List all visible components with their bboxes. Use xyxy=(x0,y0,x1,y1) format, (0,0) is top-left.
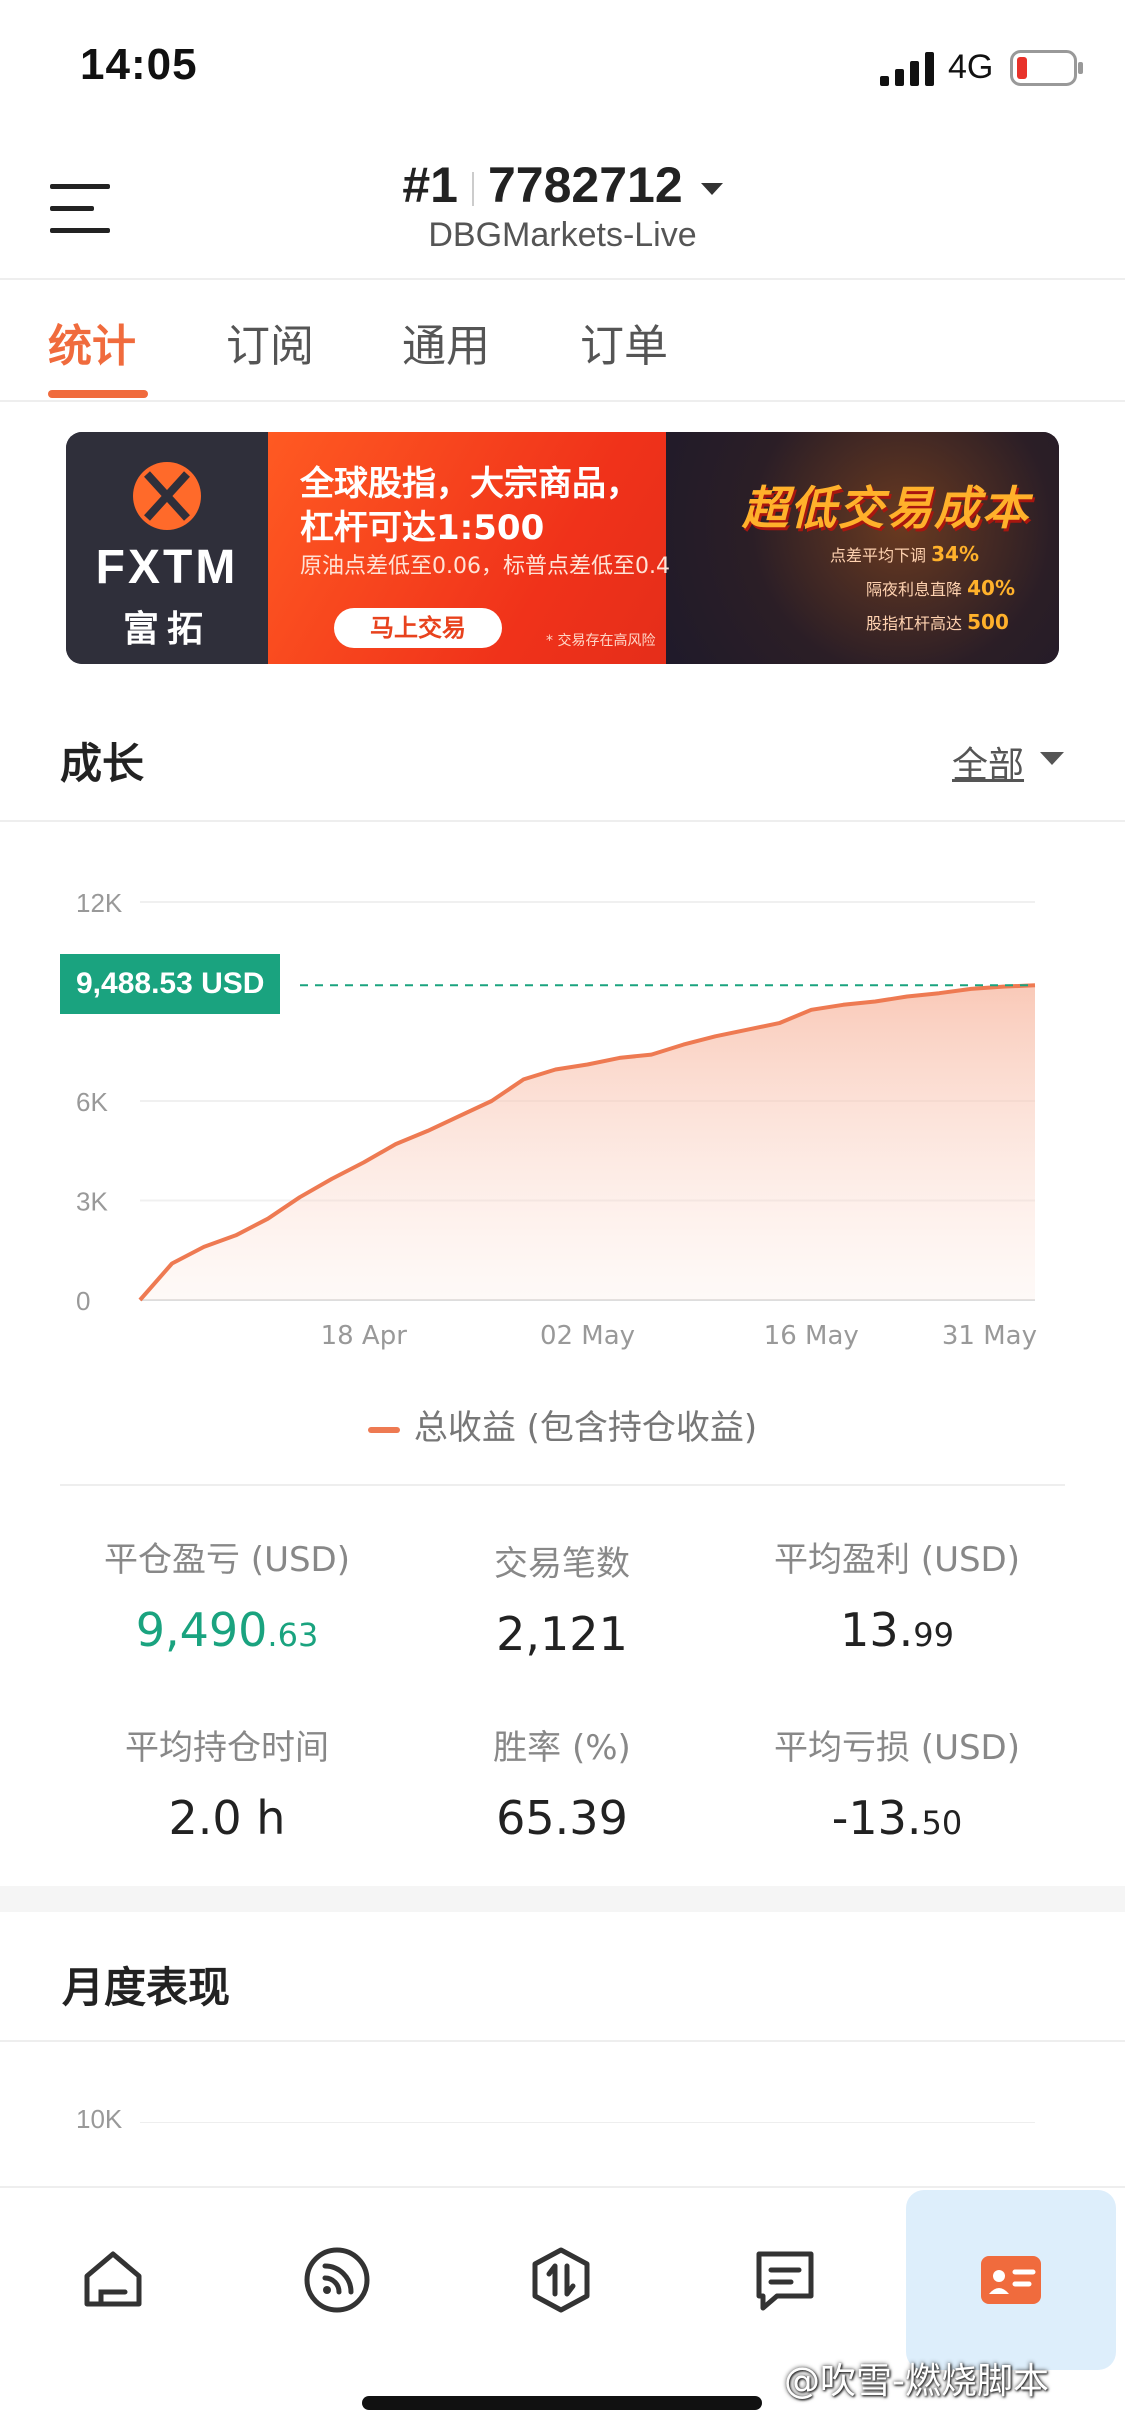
banner-brand-cn: 富拓 xyxy=(122,609,211,650)
section-divider xyxy=(0,2040,1125,2042)
legend-label: 总收益 (包含持仓收益) xyxy=(413,1408,758,1448)
banner-risk-note: * 交易存在高风险 xyxy=(546,633,656,649)
stat-label: 平均盈利 (USD) xyxy=(774,1540,1020,1580)
status-bar: 14:05 4G xyxy=(0,0,1125,140)
y-tick-label: 6K xyxy=(76,1087,108,1117)
tab-orders[interactable]: 订单 xyxy=(580,310,668,374)
stat-value: 2.0 h xyxy=(168,1791,286,1845)
stat-trade-count: 交易笔数 2,121 xyxy=(392,1536,732,1661)
active-tab-indicator xyxy=(48,390,148,398)
monthly-section-title: 月度表现 xyxy=(62,1963,231,2012)
status-time: 14:05 xyxy=(80,40,198,89)
server-name: DBGMarkets-Live xyxy=(428,216,697,254)
network-type: 4G xyxy=(948,48,994,86)
banner-title-line1: 全球股指，大宗商品， xyxy=(300,464,640,504)
y-tick-label: 0 xyxy=(76,1286,90,1316)
current-value-tag: 9,488.53 USD xyxy=(60,954,281,1014)
nav-home[interactable] xyxy=(8,2190,218,2370)
banner-title-line2: 杠杆可达1:500 xyxy=(300,508,545,548)
x-tick-label: 18 Apr xyxy=(321,1321,408,1351)
home-icon xyxy=(84,2251,142,2307)
section-gap xyxy=(0,1886,1125,1912)
nav-profile[interactable] xyxy=(906,2190,1116,2370)
monthly-y-tick: 10K xyxy=(76,2104,123,2134)
signal-feed-icon xyxy=(304,2247,370,2313)
stat-value: 9,490.63 xyxy=(135,1603,319,1657)
nav-signals[interactable] xyxy=(232,2190,442,2370)
banner-line-2: 隔夜利息直降 40% xyxy=(866,576,1015,600)
stat-win-rate: 胜率 (%) 65.39 xyxy=(392,1720,732,1845)
growth-chart: 0 3K 6K 12K 18 Apr 02 May 16 May 31 May xyxy=(0,822,1125,1442)
tab-stats[interactable]: 统计 xyxy=(48,310,136,374)
stat-value: -13.50 xyxy=(831,1791,963,1845)
growth-chart-svg: 0 3K 6K 12K 18 Apr 02 May 16 May 31 May xyxy=(76,888,1037,1351)
monthly-grid-line xyxy=(140,2122,1035,2123)
banner-slogan: 超低交易成本 xyxy=(742,481,1030,535)
stat-label: 胜率 (%) xyxy=(493,1728,631,1768)
account-selector[interactable]: #1 7782712 xyxy=(0,156,1125,214)
banner-line-1: 点差平均下调 34% xyxy=(830,542,979,566)
watermark: @吹雪-燃烧脚本 xyxy=(784,2361,1049,2402)
stat-value: 65.39 xyxy=(496,1791,628,1845)
banner-line-3: 股指杠杆高达 500 xyxy=(866,610,1009,634)
chevron-down-icon xyxy=(700,182,723,195)
fxtm-logo-icon xyxy=(133,462,201,530)
nav-trade[interactable] xyxy=(456,2190,666,2370)
banner-logo: FXTM 富拓 xyxy=(66,432,268,664)
nav-messages[interactable] xyxy=(680,2190,890,2370)
account-separator xyxy=(471,171,474,206)
stat-label: 平均亏损 (USD) xyxy=(774,1728,1020,1768)
period-filter[interactable]: 全部 xyxy=(952,736,1024,788)
x-tick-label: 02 May xyxy=(540,1321,635,1351)
banner-subtitle: 原油点差低至0.06，标普点差低至0.4 xyxy=(300,554,670,579)
stat-value: 13.99 xyxy=(840,1603,954,1657)
y-tick-label: 3K xyxy=(76,1187,108,1217)
y-tick-label: 12K xyxy=(76,888,123,918)
tab-subscribe[interactable]: 订阅 xyxy=(226,310,314,374)
chart-legend: 总收益 (包含持仓收益) xyxy=(0,1400,1125,1449)
trade-icon xyxy=(532,2247,590,2313)
stats-grid: 平仓盈亏 (USD) 9,490.63 交易笔数 2,121 平均盈利 (USD… xyxy=(0,1486,1125,1886)
chevron-down-icon[interactable] xyxy=(1040,752,1064,765)
banner-brand: FXTM xyxy=(95,541,239,594)
stat-avg-hold-time: 平均持仓时间 2.0 h xyxy=(57,1720,397,1845)
account-number: 7782712 xyxy=(487,157,683,213)
stat-value: 2,121 xyxy=(496,1607,628,1661)
legend-swatch xyxy=(367,1426,400,1433)
cellular-signal-icon xyxy=(880,52,934,86)
stat-avg-loss: 平均亏损 (USD) -13.50 xyxy=(727,1720,1067,1845)
stat-label: 平均持仓时间 xyxy=(125,1728,329,1768)
stat-closed-pnl: 平仓盈亏 (USD) 9,490.63 xyxy=(57,1532,397,1657)
banner-trade-button[interactable]: 马上交易 xyxy=(334,608,502,648)
growth-section-title: 成长 xyxy=(60,739,145,788)
account-prefix: #1 xyxy=(402,157,458,213)
x-tick-label: 16 May xyxy=(764,1321,859,1351)
stat-label: 交易笔数 xyxy=(494,1544,630,1584)
top-tabs: 统计 订阅 通用 订单 xyxy=(0,280,1125,402)
x-tick-label: 31 May xyxy=(942,1321,1037,1351)
growth-area xyxy=(140,985,1035,1300)
stat-label: 平仓盈亏 (USD) xyxy=(104,1540,350,1580)
tab-general[interactable]: 通用 xyxy=(402,310,490,374)
message-icon xyxy=(756,2251,814,2311)
battery-low-icon xyxy=(1010,50,1083,86)
ad-banner[interactable]: FXTM 富拓 全球股指，大宗商品， 杠杆可达1:500 原油点差低至0.06，… xyxy=(66,432,1059,664)
home-indicator[interactable] xyxy=(362,2396,762,2410)
profile-card-icon xyxy=(981,2256,1041,2304)
app-header: #1 7782712 DBGMarkets-Live xyxy=(0,140,1125,280)
stat-avg-profit: 平均盈利 (USD) 13.99 xyxy=(727,1532,1067,1657)
